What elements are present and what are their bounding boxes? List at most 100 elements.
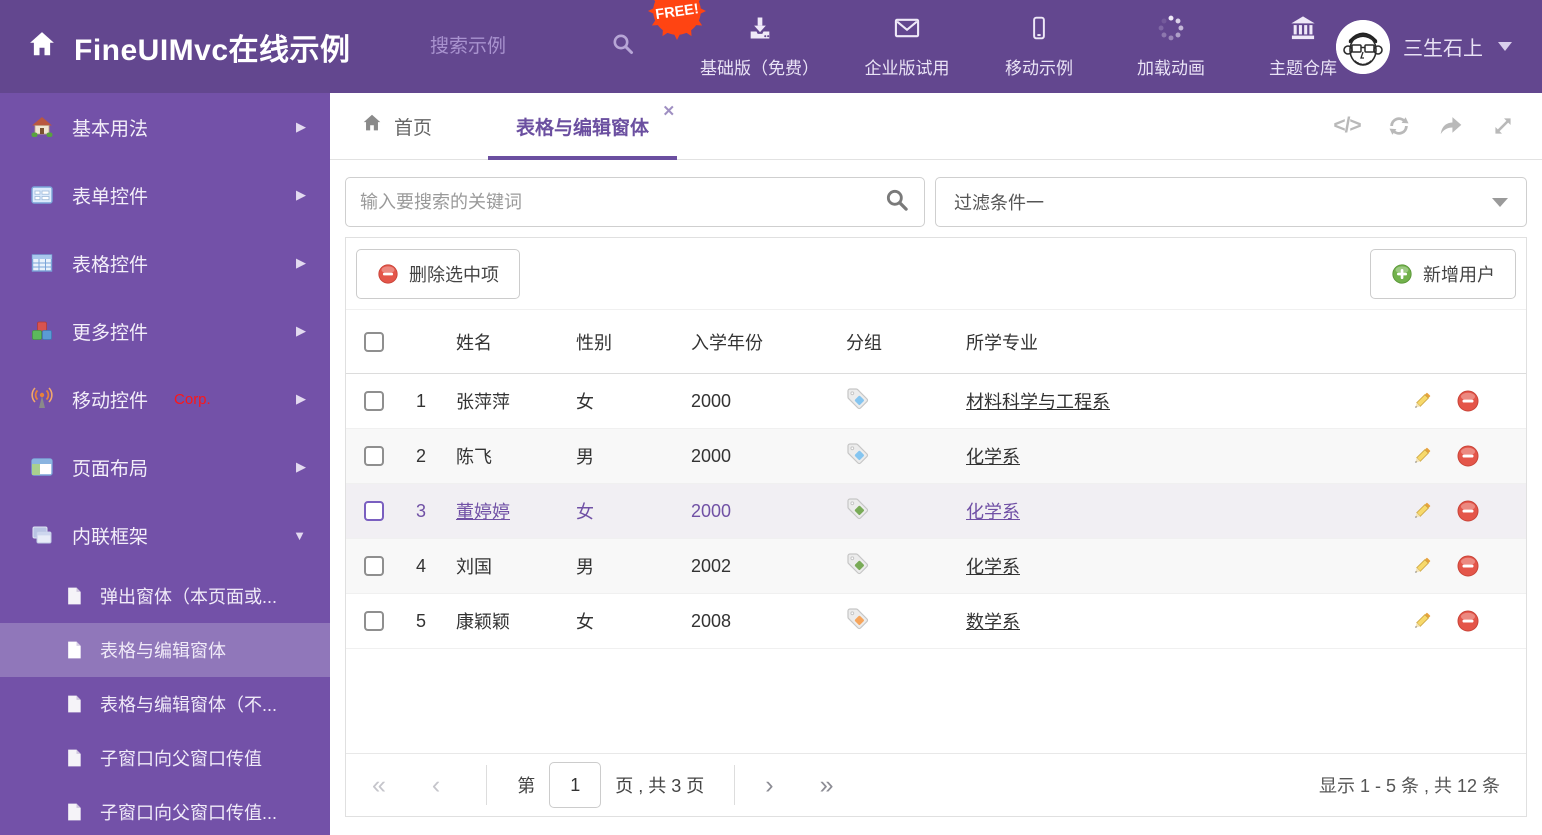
table-row[interactable]: 5 康颖颖 女 2008 数学系 [346,594,1526,649]
delete-row-button[interactable] [1456,444,1480,468]
edit-button[interactable] [1410,554,1434,578]
major-link[interactable]: 化学系 [966,502,1020,522]
cell-index: 5 [415,610,426,631]
sidebar-subitem-label: 子窗口向父窗口传值 [100,749,262,769]
row-checkbox[interactable] [363,556,384,576]
tab-label: 首页 [394,117,433,139]
edit-button[interactable] [1410,609,1434,633]
sidebar-item-page-layout[interactable]: 页面布局 ▶ [0,433,330,501]
nav-item-theme-store[interactable]: 主题仓库 [1259,14,1347,79]
cell-gender: 女 [576,392,594,412]
add-user-button[interactable]: 新增用户 [1370,248,1516,299]
edit-button[interactable] [1410,499,1434,523]
tab-grid-edit-window[interactable]: 表格与编辑窗体 ✕ [488,93,678,160]
row-checkbox[interactable] [363,446,384,466]
column-name: 姓名 [456,332,492,353]
prev-page-button[interactable]: ‹ [432,772,440,798]
sidebar-item-mobile-controls[interactable]: 移动控件 Corp. ▶ [0,365,330,433]
sidebar-item-label: 内联框架 [72,526,149,548]
cell-name: 张萍萍 [456,392,510,412]
sidebar-subitem-grid-edit-window-2[interactable]: 表格与编辑窗体（不... [0,677,330,731]
sidebar-item-grid-controls[interactable]: 表格控件 ▶ [0,229,330,297]
cell-index: 2 [415,445,426,466]
nav-item-loading-animation[interactable]: 加载动画 [1127,14,1215,79]
nav-item-basic-free[interactable]: FREE! 基础版（免费） [648,0,819,79]
major-link[interactable]: 化学系 [966,447,1020,467]
row-checkbox[interactable] [363,611,384,631]
delete-row-button[interactable] [1456,389,1480,413]
table-row[interactable]: 1 张萍萍 女 2000 材料科学与工程系 [346,374,1526,429]
page-label-after: 页 , 共 3 页 [615,776,705,796]
delete-selected-button[interactable]: 删除选中项 [356,248,520,299]
bank-icon [1288,14,1318,47]
table-header: 姓名 性别 入学年份 分组 所学专业 [346,310,1526,374]
cell-index: 4 [415,555,426,576]
sidebar-item-iframe[interactable]: 内联框架 ▼ [0,501,330,569]
edit-button[interactable] [1410,389,1434,413]
last-page-button[interactable]: » [820,772,834,798]
refresh-icon[interactable] [1386,113,1412,139]
brand[interactable]: FineUIMvc在线示例 [0,25,351,69]
antenna-icon [30,387,54,411]
cell-year: 2008 [691,610,732,631]
nav-label: 企业版试用 [864,59,950,78]
first-page-button[interactable]: « [372,772,386,798]
home-icon [360,112,384,140]
open-in-new-icon[interactable] [1438,113,1464,139]
source-code-icon[interactable]: </> [1333,113,1361,139]
next-page-button[interactable]: › [765,772,773,798]
nav-label: 加载动画 [1137,59,1205,78]
tag-icon [846,387,870,416]
table-row[interactable]: 4 刘国 男 2002 化学系 [346,539,1526,594]
delete-row-button[interactable] [1456,499,1480,523]
sidebar-subitem-popup-window[interactable]: 弹出窗体（本页面或... [0,569,330,623]
sidebar-subitem-child-to-parent-2[interactable]: 子窗口向父窗口传值... [0,785,330,835]
close-icon[interactable]: ✕ [662,102,675,120]
sidebar-subitem-label: 表格与编辑窗体（不... [100,695,278,715]
delete-row-button[interactable] [1456,609,1480,633]
page-number-input[interactable] [549,762,602,808]
divider [734,765,736,805]
spinner-icon [1157,14,1185,47]
table-row[interactable]: 3 董婷婷 女 2000 化学系 [346,484,1526,539]
sidebar-subitem-grid-edit-window[interactable]: 表格与编辑窗体 [0,623,330,677]
filter-row: 过滤条件一 [345,177,1527,227]
house-icon [30,115,54,139]
expand-icon[interactable] [1490,113,1516,139]
cell-gender: 男 [576,557,594,577]
sidebar-item-label: 表格控件 [72,254,149,276]
home-icon [26,29,58,64]
page-label-before: 第 [517,776,536,796]
major-link[interactable]: 数学系 [966,612,1020,632]
search-icon[interactable] [884,187,910,218]
keyword-search-input[interactable] [360,191,884,213]
tag-icon [846,497,870,526]
major-link[interactable]: 化学系 [966,557,1020,577]
sidebar-subitem-child-to-parent[interactable]: 子窗口向父窗口传值 [0,731,330,785]
row-checkbox[interactable] [363,391,384,411]
cell-name: 陈飞 [456,447,492,467]
header-search-input[interactable] [430,35,570,58]
filter-dropdown[interactable]: 过滤条件一 [935,177,1527,227]
cell-gender: 女 [576,612,594,632]
frames-icon [30,523,54,547]
sidebar-item-form-controls[interactable]: 表单控件 ▶ [0,161,330,229]
chevron-right-icon: ▶ [296,255,306,270]
sidebar-item-more-controls[interactable]: 更多控件 ▶ [0,297,330,365]
table-row[interactable]: 2 陈飞 男 2000 化学系 [346,429,1526,484]
user-menu[interactable]: 三生石上 [1336,0,1542,93]
nav-item-enterprise-trial[interactable]: 企业版试用 [863,14,951,79]
filter-dropdown-value: 过滤条件一 [954,193,1044,213]
sidebar-item-basic-usage[interactable]: 基本用法 ▶ [0,93,330,161]
nav-item-mobile-demo[interactable]: 移动示例 [995,14,1083,79]
row-checkbox[interactable] [363,501,384,521]
tab-home[interactable]: 首页 [330,93,462,159]
cell-year: 2000 [691,445,732,466]
delete-row-button[interactable] [1456,554,1480,578]
select-all-checkbox[interactable] [363,331,384,352]
search-icon[interactable] [611,32,635,61]
pagination-bar: « ‹ 第 页 , 共 3 页 › » 显示 1 - 5 条 , 共 12 条 [346,753,1526,816]
edit-button[interactable] [1410,444,1434,468]
cell-year: 2002 [691,555,732,576]
major-link[interactable]: 材料科学与工程系 [966,392,1110,412]
